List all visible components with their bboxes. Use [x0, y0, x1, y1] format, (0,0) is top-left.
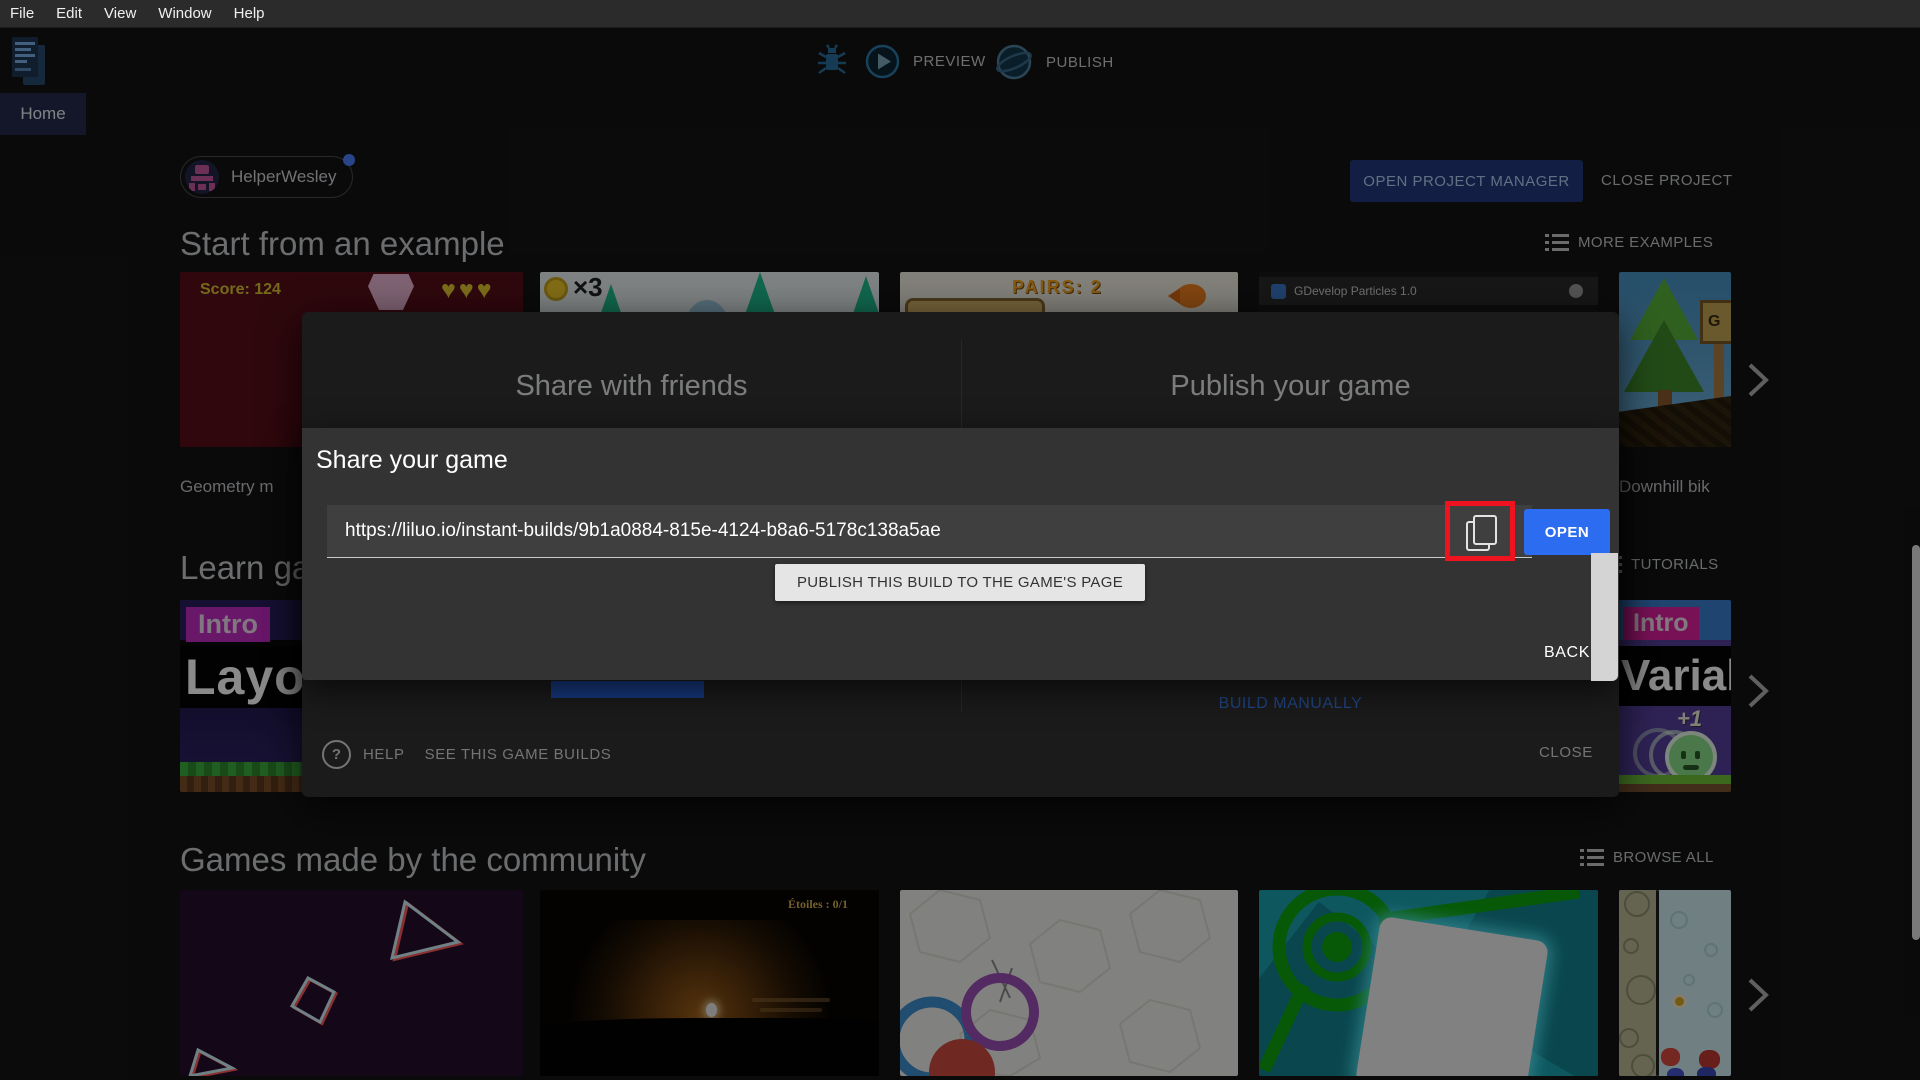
menu-window[interactable]: Window	[147, 5, 222, 22]
menu-edit[interactable]: Edit	[45, 5, 93, 22]
menu-help[interactable]: Help	[223, 5, 276, 22]
menubar: File Edit View Window Help	[0, 0, 1920, 28]
build-url-text: https://liluo.io/instant-builds/9b1a0884…	[345, 520, 941, 541]
back-button[interactable]: BACK	[1544, 644, 1590, 662]
menu-file[interactable]: File	[0, 5, 45, 22]
open-build-label: OPEN	[1544, 523, 1590, 541]
build-url-field[interactable]: https://liluo.io/instant-builds/9b1a0884…	[327, 505, 1532, 558]
open-build-button[interactable]: OPEN	[1524, 509, 1610, 555]
share-dialog-title: Share your game	[316, 446, 508, 474]
publish-build-button[interactable]: PUBLISH THIS BUILD TO THE GAME'S PAGE	[775, 564, 1145, 601]
publish-build-label: PUBLISH THIS BUILD TO THE GAME'S PAGE	[797, 574, 1123, 591]
menu-view[interactable]: View	[93, 5, 147, 22]
dialog-edge-scroll-fragment[interactable]	[1591, 553, 1618, 681]
app-window: File Edit View Window Help PREVIEW PUBLI…	[0, 0, 1920, 1080]
annotation-highlight-box	[1445, 501, 1515, 561]
share-your-game-dialog: Share your game https://liluo.io/instant…	[302, 428, 1619, 680]
